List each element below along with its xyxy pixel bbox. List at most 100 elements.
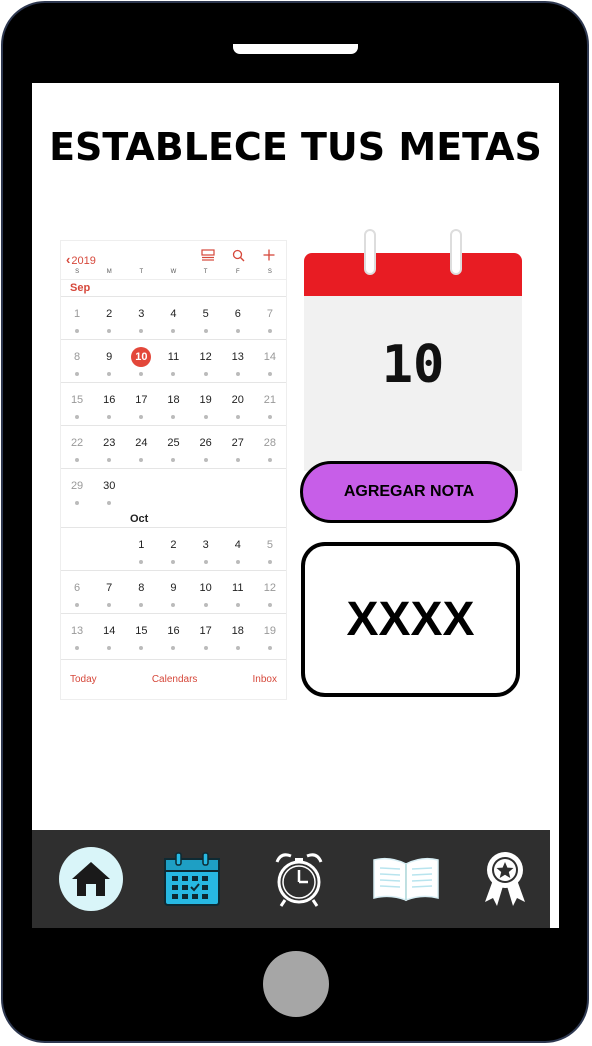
nav-home[interactable] (56, 830, 126, 928)
calendar-day-cell[interactable]: 28 (254, 426, 286, 468)
calendar-day-cell[interactable]: 23 (93, 426, 125, 468)
calendar-day-cell[interactable]: 4 (222, 528, 254, 570)
calendar-day-number: 16 (103, 394, 116, 406)
calendar-day-cell[interactable]: 14 (93, 614, 125, 656)
calendar-day-cell[interactable]: 1 (61, 297, 93, 339)
calendar-day-cell[interactable]: 7 (254, 297, 286, 339)
calendar-day-cell[interactable]: 30 (93, 469, 125, 511)
calendar-day-number: 10 (131, 347, 152, 367)
calendar-day-cell[interactable]: 27 (222, 426, 254, 468)
calendar-day-cell[interactable]: 19 (254, 614, 286, 656)
calendar-day-number: 15 (70, 394, 84, 406)
calendar-day-number: 8 (138, 582, 145, 594)
calendar-day-cell[interactable]: 26 (190, 426, 222, 468)
event-dot (235, 415, 240, 419)
calendar-day-cell[interactable]: 12 (254, 571, 286, 613)
calendar-day-cell[interactable]: 10 (190, 571, 222, 613)
calendar-day-number: 6 (234, 308, 241, 320)
calendar-week-row: 6 7 8 9 10 11 12 (61, 570, 286, 613)
calendar-day-cell[interactable]: 8 (125, 571, 157, 613)
calendars-button[interactable]: Calendars (152, 674, 198, 685)
calendar-day-cell[interactable]: 24 (125, 426, 157, 468)
date-header-band (304, 253, 522, 296)
calendar-day-cell[interactable]: 21 (254, 383, 286, 425)
nav-alarm[interactable] (268, 830, 330, 928)
calendar-day-cell[interactable]: 2 (93, 297, 125, 339)
calendar-day-cell[interactable]: 14 (254, 340, 286, 382)
calendar-day-number: 12 (263, 582, 277, 594)
bottom-nav (32, 830, 550, 928)
calendar-day-cell[interactable]: 3 (190, 528, 222, 570)
calendar-day-cell[interactable]: 25 (157, 426, 189, 468)
calendar-day-number: 24 (135, 437, 148, 449)
calendar-day-cell[interactable]: 11 (222, 571, 254, 613)
calendar-day-number: 29 (70, 480, 84, 492)
phone-frame: ESTABLECE TUS METAS ‹2019 S M T W T F S … (0, 0, 592, 1046)
calendar-day-cell[interactable]: 3 (125, 297, 157, 339)
today-button[interactable]: Today (70, 674, 97, 685)
note-box[interactable]: XXXX (301, 542, 520, 697)
calendar-day-cell[interactable]: 22 (61, 426, 93, 468)
calendar-day-cell[interactable]: 1 (125, 528, 157, 570)
nav-calendar[interactable] (160, 830, 224, 928)
calendar-day-cell[interactable]: 20 (222, 383, 254, 425)
binder-ring (364, 229, 376, 275)
event-dot (107, 501, 112, 505)
calendar-day-cell[interactable]: 16 (93, 383, 125, 425)
nav-award[interactable] (480, 830, 530, 928)
inbox-button[interactable]: Inbox (253, 674, 277, 685)
list-view-icon[interactable] (201, 249, 215, 264)
calendar-day-cell[interactable]: 5 (254, 528, 286, 570)
calendar-day-number: 17 (199, 625, 212, 637)
calendar-day-cell[interactable]: 4 (157, 297, 189, 339)
calendar-day-cell[interactable]: 9 (157, 571, 189, 613)
calendar-day-cell[interactable]: 17 (125, 383, 157, 425)
nav-book[interactable] (368, 830, 444, 928)
event-dot (139, 372, 144, 376)
event-dot (75, 603, 80, 607)
calendar-day-number: 13 (70, 625, 84, 637)
calendar-day-cell[interactable]: 11 (157, 340, 189, 382)
calendar-day-cell[interactable]: 13 (61, 614, 93, 656)
calendar-day-number: 4 (234, 539, 241, 551)
event-dot (75, 415, 80, 419)
calendar-day-cell[interactable]: 8 (61, 340, 93, 382)
search-icon[interactable] (232, 249, 245, 265)
oct-weeks: 1 2 3 4 5 6 7 8 9 10 11 12 13 14 15 16 17 18 19 (61, 527, 286, 656)
phone-home-button[interactable] (263, 951, 329, 1017)
calendar-day-cell[interactable]: 15 (61, 383, 93, 425)
event-dot (75, 458, 80, 462)
weekday-label: M (106, 269, 112, 275)
event-dot (235, 560, 240, 564)
calendar-day-cell[interactable]: 19 (190, 383, 222, 425)
calendar-day-cell[interactable]: 16 (157, 614, 189, 656)
event-dot (235, 603, 240, 607)
calendar-day-cell[interactable]: 12 (190, 340, 222, 382)
calendar-day-cell[interactable]: 18 (222, 614, 254, 656)
calendar-day-cell[interactable]: 6 (61, 571, 93, 613)
event-dot (203, 415, 208, 419)
calendar-day-number: 20 (231, 394, 244, 406)
add-note-button[interactable]: AGREGAR NOTA (300, 461, 518, 523)
month-label-oct: Oct (130, 513, 149, 525)
calendar-day-cell[interactable]: 15 (125, 614, 157, 656)
calendar-day-cell[interactable]: 9 (93, 340, 125, 382)
calendar-day-cell[interactable]: 13 (222, 340, 254, 382)
add-event-icon[interactable] (263, 249, 275, 264)
event-dot (139, 415, 144, 419)
month-label-sep: Sep (70, 282, 91, 294)
calendar-day-cell[interactable]: 6 (222, 297, 254, 339)
event-dot (75, 501, 80, 505)
calendar-day-cell[interactable]: 17 (190, 614, 222, 656)
year-back-button[interactable]: ‹2019 (66, 252, 96, 267)
calendar-day-cell[interactable]: 29 (61, 469, 93, 511)
calendar-day-cell[interactable]: 10 (125, 340, 157, 382)
event-dot (267, 415, 272, 419)
calendar-day-cell[interactable]: 2 (157, 528, 189, 570)
calendar-day-cell[interactable]: 7 (93, 571, 125, 613)
calendar-day-number: 25 (167, 437, 180, 449)
calendar-day-cell[interactable]: 18 (157, 383, 189, 425)
calendar-day-number: 18 (167, 394, 180, 406)
calendar-day-cell[interactable]: 5 (190, 297, 222, 339)
calendar-day-number: 22 (70, 437, 84, 449)
